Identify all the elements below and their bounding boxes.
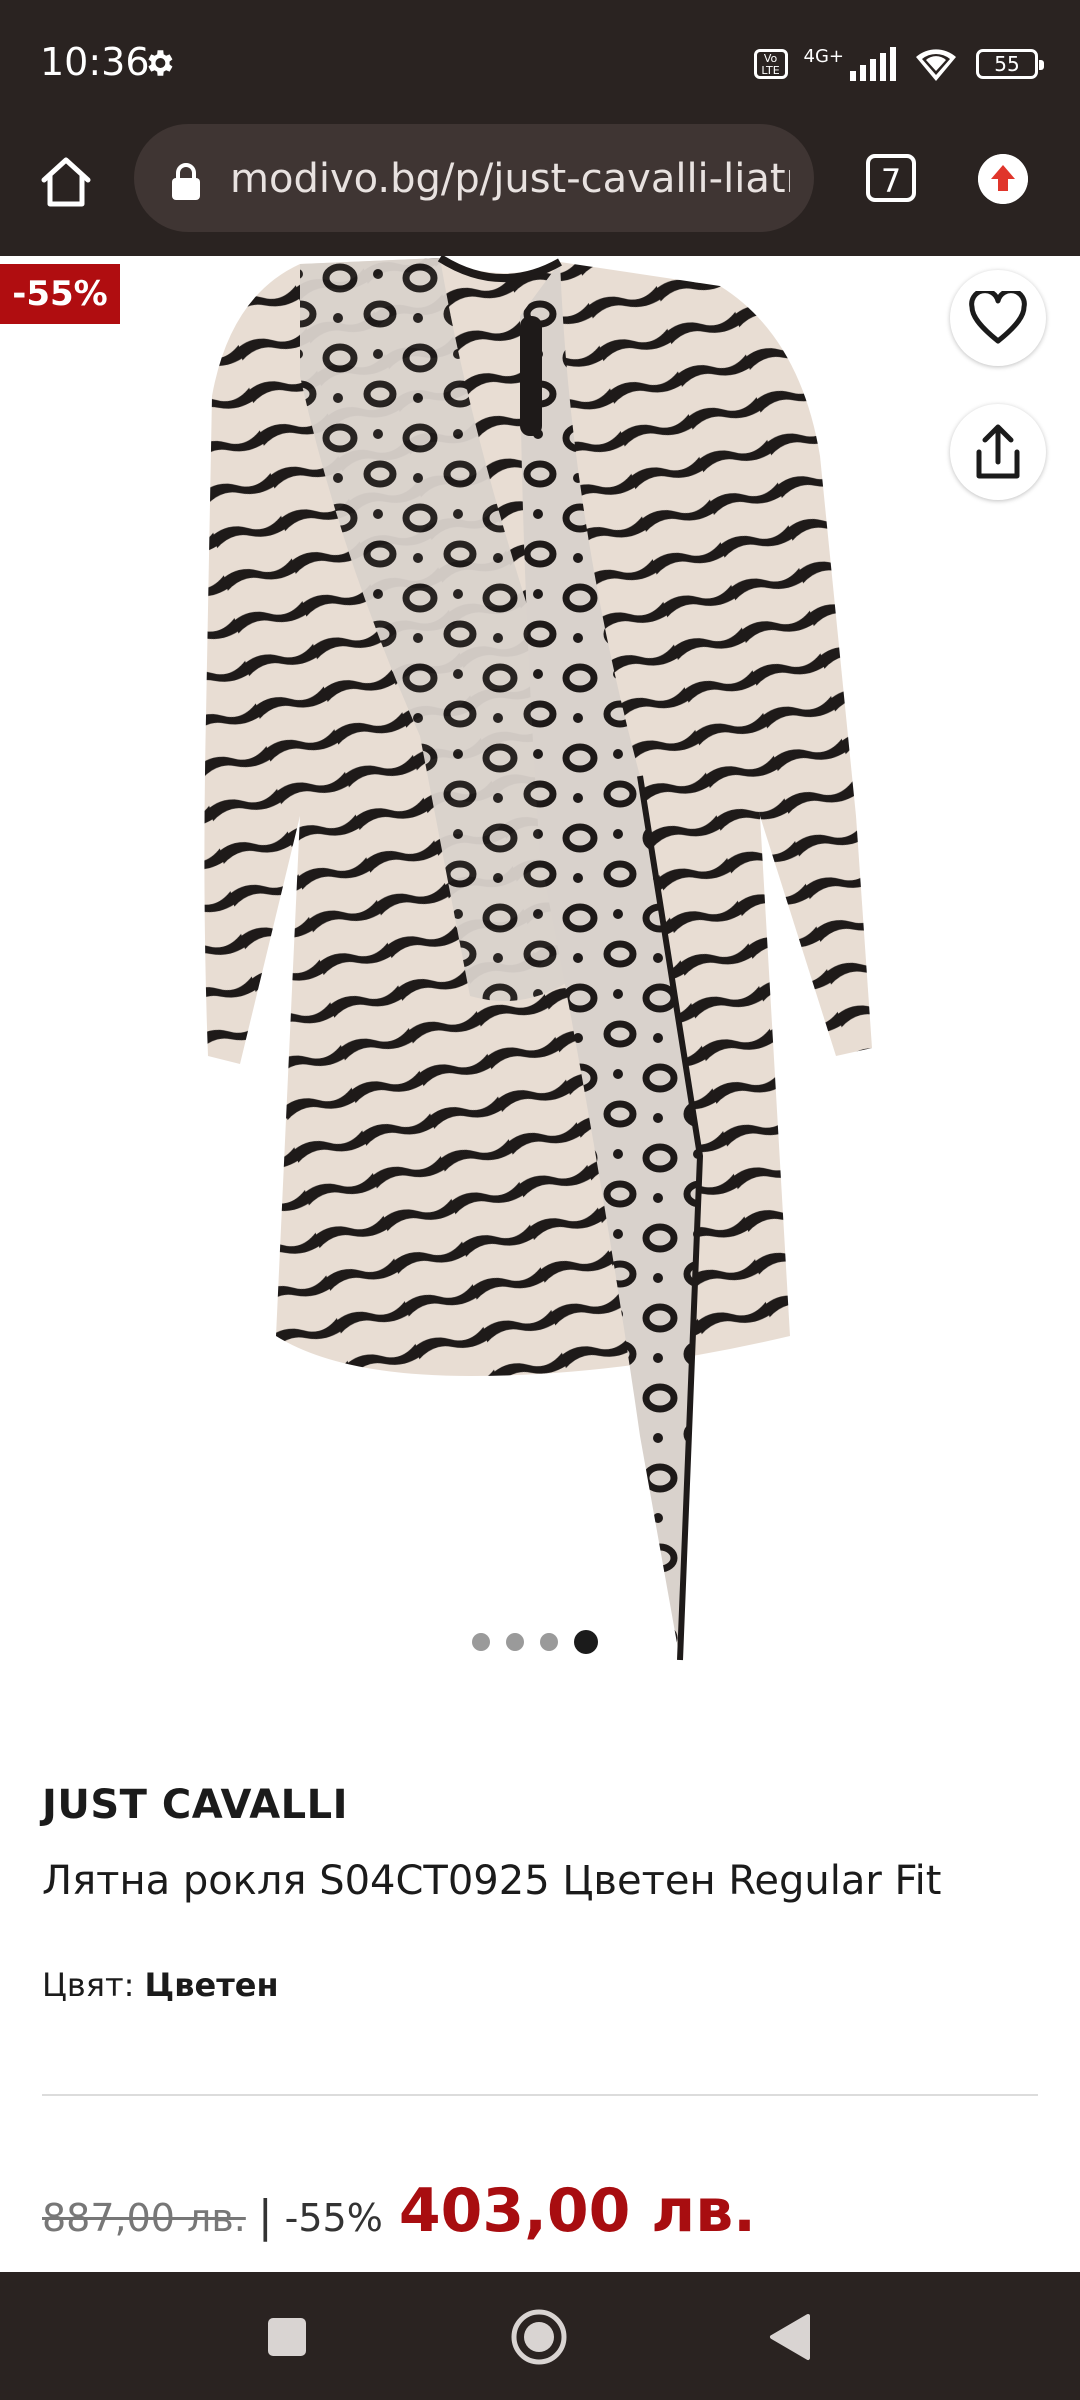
- color-value: Цветен: [144, 1966, 279, 2004]
- discount-badge: -55%: [0, 264, 120, 324]
- price-separator: |: [257, 2191, 273, 2242]
- color-label: Цвят:: [42, 1966, 135, 2004]
- product-title: Лятна рокля S04CT0925 Цветен Regular Fit: [42, 1858, 942, 1904]
- status-bar: 10:36 Vo LTE 4G+ 55: [0, 0, 1080, 120]
- update-icon[interactable]: [978, 154, 1028, 204]
- home-circle-icon[interactable]: [510, 2308, 568, 2366]
- signal-bars: [850, 47, 896, 81]
- lock-icon: [172, 163, 200, 200]
- network-type-label: 4G+: [803, 46, 844, 67]
- pagination-dot-active[interactable]: [574, 1630, 598, 1654]
- pagination-dot[interactable]: [540, 1633, 558, 1651]
- discount-percent: -55%: [284, 2196, 383, 2240]
- recents-square-icon[interactable]: [268, 2318, 306, 2356]
- system-nav-bar: [0, 2272, 1080, 2400]
- price-row: 887,00 лв. | -55% 403,00 лв.: [42, 2176, 756, 2246]
- home-icon[interactable]: [34, 150, 98, 214]
- divider: [42, 2094, 1038, 2096]
- signal-icon: 4G+: [803, 46, 896, 81]
- status-icons: Vo LTE 4G+ 55: [753, 44, 1044, 84]
- tabs-icon[interactable]: 7: [866, 154, 916, 202]
- pagination-dot[interactable]: [472, 1633, 490, 1651]
- product-image[interactable]: [0, 256, 1080, 1666]
- address-bar[interactable]: modivo.bg/p/just-cavalli-liatr: [134, 124, 814, 232]
- heart-icon: [969, 291, 1027, 344]
- product-gallery[interactable]: -55%: [0, 256, 1080, 1666]
- pagination-dot[interactable]: [506, 1633, 524, 1651]
- favorite-button[interactable]: [950, 270, 1046, 366]
- wifi-icon: [916, 49, 956, 81]
- battery-icon: 55: [976, 49, 1044, 79]
- browser-toolbar: modivo.bg/p/just-cavalli-liatr 7: [0, 120, 1080, 256]
- current-price: 403,00 лв.: [398, 2176, 756, 2246]
- share-icon: [976, 424, 1020, 479]
- share-button[interactable]: [950, 404, 1046, 500]
- back-triangle-icon[interactable]: [766, 2312, 812, 2362]
- settings-gear-icon: [148, 50, 173, 76]
- url-text[interactable]: modivo.bg/p/just-cavalli-liatr: [230, 156, 790, 202]
- color-info: Цвят: Цветен: [42, 1966, 279, 2004]
- gallery-pagination: [472, 1630, 598, 1654]
- old-price: 887,00 лв.: [42, 2196, 246, 2240]
- brand-name[interactable]: JUST CAVALLI: [42, 1782, 348, 1828]
- status-time: 10:36: [40, 40, 150, 84]
- volte-icon: Vo LTE: [753, 49, 788, 79]
